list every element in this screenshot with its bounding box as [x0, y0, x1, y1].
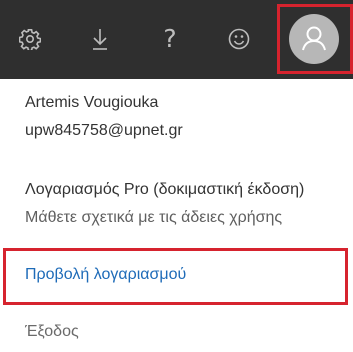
- smiley-icon[interactable]: [222, 22, 256, 56]
- account-email: upw845758@upnet.gr: [25, 122, 183, 139]
- sign-out-link[interactable]: Έξοδος: [25, 323, 79, 341]
- help-icon[interactable]: ?: [153, 22, 187, 56]
- license-info-link[interactable]: Μάθετε σχετικά με τις άδειες χρήσης: [25, 209, 282, 227]
- gear-icon[interactable]: [13, 22, 47, 56]
- user-avatar-icon[interactable]: [289, 14, 339, 64]
- help-glyph: ?: [163, 24, 177, 53]
- top-bar: ?: [0, 0, 353, 79]
- account-name: Artemis Vougiouka: [25, 94, 159, 111]
- download-icon[interactable]: [83, 22, 117, 56]
- account-plan: Λογαριασμός Pro (δοκιμαστική έκδοση): [25, 181, 305, 198]
- view-account-link[interactable]: Προβολή λογαριασμού: [25, 266, 186, 284]
